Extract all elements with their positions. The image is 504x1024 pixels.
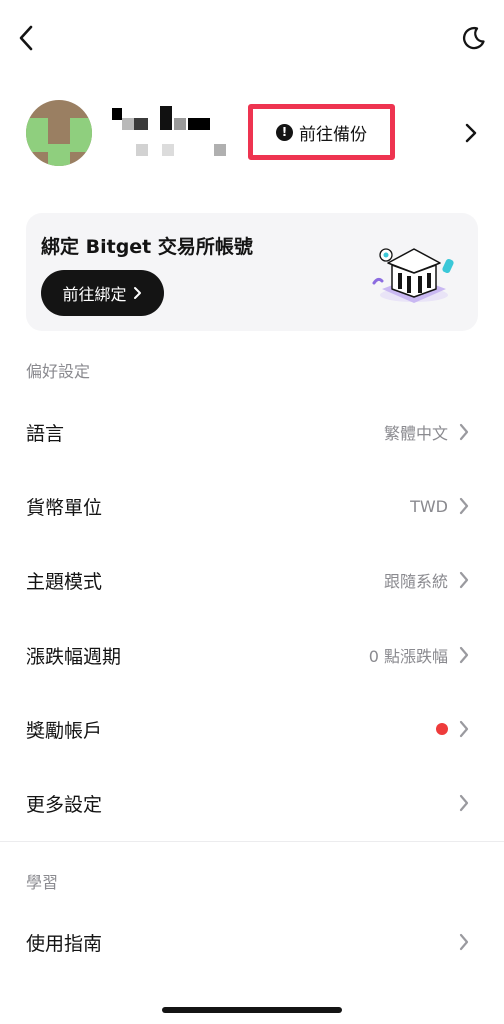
chevron-right-icon <box>459 423 469 441</box>
chevron-left-icon <box>19 25 33 51</box>
exclamation-icon: ! <box>276 123 293 141</box>
bind-card-title: 綁定 Bitget 交易所帳號 <box>41 236 253 258</box>
settings-row-rewards-account[interactable]: 獎勵帳戶 <box>0 692 504 766</box>
chevron-right-icon <box>459 720 469 738</box>
section-title-preferences: 偏好設定 <box>26 362 91 381</box>
row-label: 主題模式 <box>26 570 103 593</box>
row-value: 0 點漲跌幅 <box>368 647 448 666</box>
home-indicator[interactable] <box>162 1007 342 1013</box>
bind-exchange-card: 綁定 Bitget 交易所帳號 前往綁定 <box>26 213 478 331</box>
exchange-building-illustration <box>372 248 454 303</box>
back-button[interactable] <box>12 22 40 54</box>
backup-label: 前往備份 <box>299 124 367 145</box>
row-label: 獎勵帳戶 <box>26 719 103 742</box>
settings-row-language[interactable]: 語言 繁體中文 <box>0 395 504 469</box>
row-value: 繁體中文 <box>383 424 448 443</box>
settings-row-more-settings[interactable]: 更多設定 <box>0 766 504 840</box>
moon-icon <box>462 26 485 50</box>
settings-row-user-guide[interactable]: 使用指南 <box>0 905 504 979</box>
username-masked <box>108 104 228 160</box>
backup-button[interactable]: ! 前往備份 <box>248 104 395 160</box>
bind-button[interactable]: 前往綁定 <box>41 270 164 316</box>
avatar[interactable] <box>26 100 92 166</box>
chevron-right-icon <box>459 794 469 812</box>
row-label: 使用指南 <box>26 932 103 955</box>
row-label: 語言 <box>26 422 65 445</box>
section-divider <box>0 841 504 842</box>
chevron-right-icon[interactable] <box>464 121 478 145</box>
notification-dot <box>436 723 448 735</box>
section-title-learning: 學習 <box>26 873 59 892</box>
chevron-right-icon <box>459 497 469 515</box>
settings-row-currency[interactable]: 貨幣單位 TWD <box>0 469 504 543</box>
row-label: 更多設定 <box>26 793 103 816</box>
row-label: 漲跌幅週期 <box>26 645 122 668</box>
row-value: TWD <box>410 496 448 516</box>
chevron-right-icon <box>459 646 469 664</box>
settings-page: ! 前往備份 綁定 Bitget 交易所帳號 前往綁定 偏好設定 語言 繁體中文… <box>0 0 504 1024</box>
theme-toggle-button[interactable] <box>458 22 490 54</box>
chevron-right-icon <box>133 287 141 299</box>
row-value: 跟隨系統 <box>383 572 448 591</box>
bind-button-label: 前往綁定 <box>62 285 127 304</box>
chevron-right-icon <box>459 571 469 589</box>
settings-row-theme[interactable]: 主題模式 跟隨系統 <box>0 543 504 617</box>
row-label: 貨幣單位 <box>26 496 103 519</box>
settings-row-change-period[interactable]: 漲跌幅週期 0 點漲跌幅 <box>0 618 504 692</box>
chevron-right-icon <box>459 933 469 951</box>
